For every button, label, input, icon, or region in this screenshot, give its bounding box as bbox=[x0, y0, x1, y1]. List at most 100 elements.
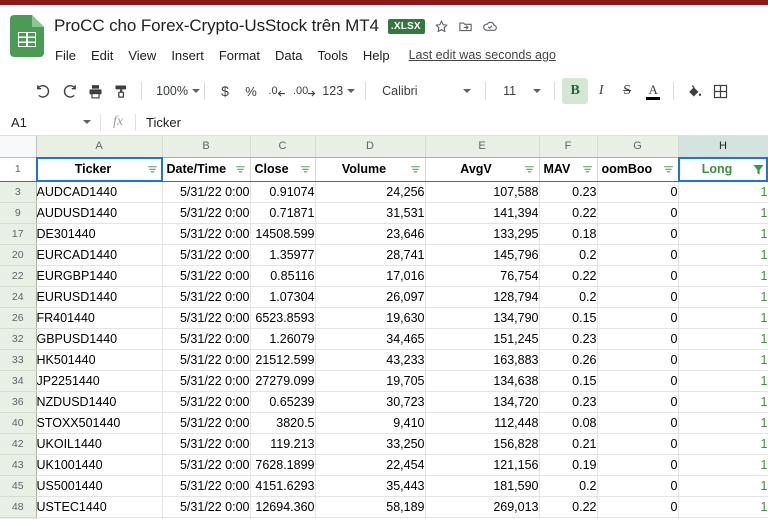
cell-close[interactable]: 1.35977 bbox=[250, 244, 316, 266]
cell-volume[interactable]: 43,233 bbox=[315, 349, 426, 371]
cell-avgv[interactable]: 121,156 bbox=[425, 454, 540, 476]
undo-icon[interactable] bbox=[30, 78, 56, 104]
row-header[interactable]: 20 bbox=[0, 244, 37, 266]
cell-volume[interactable]: 9,410 bbox=[315, 412, 426, 434]
cell-avgv[interactable]: 112,448 bbox=[425, 412, 540, 434]
row-header[interactable]: 34 bbox=[0, 370, 37, 392]
cell-datetime[interactable]: 5/31/22 0:00 bbox=[162, 328, 251, 350]
row-header[interactable]: 33 bbox=[0, 349, 37, 371]
cell-long[interactable]: 1 bbox=[678, 307, 768, 329]
cell-ticker[interactable]: AUDUSD1440 bbox=[36, 202, 163, 224]
column-header-h[interactable]: H bbox=[678, 136, 768, 158]
currency-format-button[interactable]: $ bbox=[212, 78, 238, 104]
cell-avgv[interactable]: 141,394 bbox=[425, 202, 540, 224]
row-header[interactable]: 43 bbox=[0, 454, 37, 476]
filter-icon-long-active[interactable] bbox=[752, 163, 765, 176]
cell-volume[interactable]: 22,454 bbox=[315, 454, 426, 476]
cell-ticker[interactable]: HK501440 bbox=[36, 349, 163, 371]
cell-ticker[interactable]: EURCAD1440 bbox=[36, 244, 163, 266]
number-format-selector[interactable]: 123 bbox=[319, 78, 358, 104]
cell-datetime[interactable]: 5/31/22 0:00 bbox=[162, 181, 251, 203]
cell-boom[interactable]: 0 bbox=[597, 496, 679, 518]
function-icon[interactable]: fx bbox=[101, 114, 135, 130]
cell-long[interactable]: 1 bbox=[678, 328, 768, 350]
cell-close[interactable]: 3820.5 bbox=[250, 412, 316, 434]
cell-ticker[interactable]: STOXX501440 bbox=[36, 412, 163, 434]
cell-close[interactable]: 0.71871 bbox=[250, 202, 316, 224]
table-row[interactable]: 36 NZDUSD1440 5/31/22 0:00 0.65239 30,723 134… bbox=[0, 391, 768, 413]
cell-long[interactable]: 1 bbox=[678, 244, 768, 266]
cell-close[interactable]: 0.65239 bbox=[250, 391, 316, 413]
cell-ticker[interactable]: FR401440 bbox=[36, 307, 163, 329]
cell-avgv[interactable]: 133,295 bbox=[425, 223, 540, 245]
filter-icon-volume[interactable] bbox=[409, 164, 422, 175]
header-cell-long[interactable]: Long bbox=[678, 157, 768, 182]
cell-volume[interactable]: 58,189 bbox=[315, 496, 426, 518]
row-header[interactable]: 9 bbox=[0, 202, 37, 224]
font-family-selector[interactable]: Calibri bbox=[373, 78, 478, 104]
cell-close[interactable]: 119.213 bbox=[250, 433, 316, 455]
cell-close[interactable]: 4151.6293 bbox=[250, 475, 316, 497]
header-cell-datetime[interactable]: Date/Time bbox=[162, 157, 251, 182]
row-header[interactable]: 22 bbox=[0, 265, 37, 287]
cell-avgv[interactable]: 151,245 bbox=[425, 328, 540, 350]
menu-item-tools[interactable]: Tools bbox=[316, 47, 348, 64]
fill-color-icon[interactable] bbox=[681, 78, 707, 104]
cell-close[interactable]: 1.26079 bbox=[250, 328, 316, 350]
column-header-b[interactable]: B bbox=[162, 136, 251, 158]
cell-boom[interactable]: 0 bbox=[597, 286, 679, 308]
document-title[interactable]: ProCC cho Forex-Crypto-UsStock trên MT4 bbox=[54, 16, 379, 36]
cell-boom[interactable]: 0 bbox=[597, 349, 679, 371]
cell-close[interactable]: 14508.599 bbox=[250, 223, 316, 245]
table-row[interactable]: 45 US5001440 5/31/22 0:00 4151.6293 35,443 18… bbox=[0, 475, 768, 497]
menu-item-insert[interactable]: Insert bbox=[170, 47, 205, 64]
cell-ticker[interactable]: UKOIL1440 bbox=[36, 433, 163, 455]
cell-mav[interactable]: 0.22 bbox=[539, 496, 598, 518]
row-header[interactable]: 40 bbox=[0, 412, 37, 434]
table-row[interactable]: 43 UK1001440 5/31/22 0:00 7628.1899 22,454 12… bbox=[0, 454, 768, 476]
cell-avgv[interactable]: 134,720 bbox=[425, 391, 540, 413]
strikethrough-button[interactable]: S bbox=[614, 78, 640, 104]
cell-mav[interactable]: 0.2 bbox=[539, 286, 598, 308]
row-header[interactable]: 26 bbox=[0, 307, 37, 329]
cell-mav[interactable]: 0.23 bbox=[539, 181, 598, 203]
header-cell-mav[interactable]: MAV bbox=[539, 157, 598, 182]
cell-volume[interactable]: 33,250 bbox=[315, 433, 426, 455]
cell-boom[interactable]: 0 bbox=[597, 202, 679, 224]
increase-decimal-button[interactable]: .00 bbox=[290, 78, 319, 104]
cell-datetime[interactable]: 5/31/22 0:00 bbox=[162, 349, 251, 371]
cell-boom[interactable]: 0 bbox=[597, 328, 679, 350]
cell-close[interactable]: 27279.099 bbox=[250, 370, 316, 392]
cell-boom[interactable]: 0 bbox=[597, 181, 679, 203]
menu-item-help[interactable]: Help bbox=[362, 47, 391, 64]
cell-avgv[interactable]: 134,638 bbox=[425, 370, 540, 392]
cell-close[interactable]: 0.91074 bbox=[250, 181, 316, 203]
cell-avgv[interactable]: 181,590 bbox=[425, 475, 540, 497]
cell-ticker[interactable]: JP2251440 bbox=[36, 370, 163, 392]
cell-datetime[interactable]: 5/31/22 0:00 bbox=[162, 202, 251, 224]
star-icon[interactable] bbox=[434, 19, 449, 34]
zoom-level-selector[interactable]: 100% bbox=[149, 78, 200, 104]
cell-close[interactable]: 1.07304 bbox=[250, 286, 316, 308]
cell-ticker[interactable]: NZDUSD1440 bbox=[36, 391, 163, 413]
filter-icon-ticker[interactable] bbox=[146, 164, 159, 175]
cell-ticker[interactable]: UK1001440 bbox=[36, 454, 163, 476]
table-row[interactable]: 3 AUDCAD1440 5/31/22 0:00 0.91074 24,256 107,… bbox=[0, 181, 768, 203]
header-cell-boomboom[interactable]: oomBoo bbox=[597, 157, 679, 182]
cell-datetime[interactable]: 5/31/22 0:00 bbox=[162, 454, 251, 476]
cell-long[interactable]: 1 bbox=[678, 454, 768, 476]
column-header-c[interactable]: C bbox=[250, 136, 316, 158]
cell-volume[interactable]: 30,723 bbox=[315, 391, 426, 413]
cell-volume[interactable]: 35,443 bbox=[315, 475, 426, 497]
cell-datetime[interactable]: 5/31/22 0:00 bbox=[162, 496, 251, 518]
cell-close[interactable]: 6523.8593 bbox=[250, 307, 316, 329]
row-header[interactable]: 17 bbox=[0, 223, 37, 245]
cell-boom[interactable]: 0 bbox=[597, 391, 679, 413]
cell-datetime[interactable]: 5/31/22 0:00 bbox=[162, 391, 251, 413]
row-header[interactable]: 45 bbox=[0, 475, 37, 497]
cell-mav[interactable]: 0.2 bbox=[539, 244, 598, 266]
bold-button[interactable]: B bbox=[562, 78, 589, 104]
cell-avgv[interactable]: 145,796 bbox=[425, 244, 540, 266]
cell-volume[interactable]: 26,097 bbox=[315, 286, 426, 308]
column-header-e[interactable]: E bbox=[425, 136, 540, 158]
